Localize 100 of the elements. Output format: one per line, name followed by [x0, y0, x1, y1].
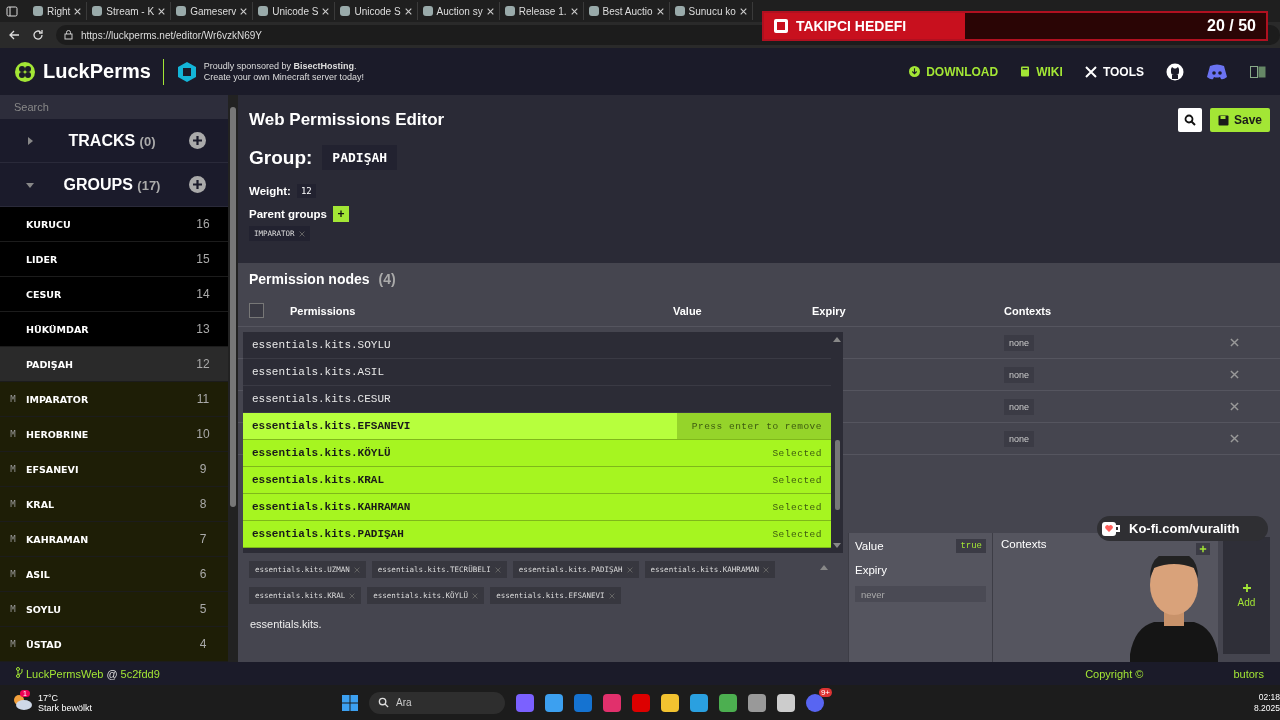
- taskbar-app-icon[interactable]: [545, 693, 563, 712]
- taskbar-app-icon[interactable]: [661, 693, 679, 712]
- column-header[interactable]: Contexts: [1004, 304, 1230, 317]
- group-item[interactable]: M EFSANEVI 9: [0, 452, 228, 487]
- browser-tab[interactable]: Release 1.: [499, 2, 584, 20]
- close-icon[interactable]: [739, 7, 747, 15]
- collapse-icon[interactable]: [820, 564, 828, 570]
- permission-input[interactable]: essentials.kits.: [249, 616, 811, 632]
- credits-link[interactable]: butors: [1233, 667, 1264, 680]
- expiry-field[interactable]: never: [855, 586, 986, 602]
- menu-option[interactable]: essentials.kits.PADIŞAH Selected: [243, 521, 831, 548]
- select-all-checkbox[interactable]: [249, 303, 264, 318]
- browser-tab[interactable]: Best Auctio: [583, 2, 670, 20]
- modified-marker: M: [10, 394, 16, 404]
- sponsor-logo-icon[interactable]: [175, 60, 198, 83]
- group-item[interactable]: M IMPARATOR 11: [0, 382, 228, 417]
- column-header[interactable]: Value: [673, 304, 812, 317]
- section-header[interactable]: TRACKS (0): [0, 119, 228, 163]
- menu-option[interactable]: essentials.kits.ASIL: [243, 359, 831, 386]
- github-icon[interactable]: [1166, 62, 1184, 81]
- browser-tab[interactable]: Unicode S: [253, 2, 336, 20]
- copyright-text: Copyright ©: [1085, 667, 1144, 680]
- search-button[interactable]: [1177, 108, 1202, 132]
- menu-option[interactable]: essentials.kits.KÖYLÜ Selected: [243, 440, 831, 467]
- menu-option[interactable]: essentials.kits.SOYLU: [243, 332, 831, 359]
- weather-icon[interactable]: [12, 693, 32, 710]
- close-icon[interactable]: [158, 7, 166, 15]
- group-weight: 13: [195, 322, 211, 336]
- close-icon[interactable]: [404, 7, 412, 15]
- group-weight: 5: [198, 602, 208, 616]
- taskbar-app-icon[interactable]: [777, 693, 795, 712]
- taskbar-app-icon[interactable]: [690, 693, 708, 712]
- section-header[interactable]: GROUPS (17): [0, 163, 228, 207]
- close-icon[interactable]: [570, 7, 578, 15]
- add-parent-button[interactable]: +: [332, 206, 349, 222]
- caret-right-icon[interactable]: [25, 135, 35, 146]
- scrollbar-thumb[interactable]: [834, 440, 840, 510]
- group-item[interactable]: M ASIL 6: [0, 557, 228, 592]
- browser-tab[interactable]: Stream - K: [87, 2, 172, 20]
- close-icon[interactable]: [486, 7, 494, 15]
- reload-icon[interactable]: [32, 29, 44, 41]
- add-button[interactable]: Add: [1223, 537, 1270, 654]
- taskbar-app-icon[interactable]: [748, 693, 766, 712]
- clover-logo-icon[interactable]: [14, 60, 36, 83]
- column-header[interactable]: Expiry: [812, 304, 1004, 317]
- value-toggle[interactable]: true: [956, 539, 986, 553]
- group-item[interactable]: M KAHRAMAN 7: [0, 522, 228, 557]
- browser-tab[interactable]: Sunucu ko: [669, 2, 753, 20]
- menu-option[interactable]: essentials.kits.KRAL Selected: [243, 467, 831, 494]
- scroll-up-icon[interactable]: [833, 336, 841, 342]
- add-circle-icon[interactable]: [189, 176, 206, 193]
- book-icon: [1020, 66, 1031, 77]
- sidebar-toggle-icon[interactable]: [6, 5, 18, 17]
- browser-tab[interactable]: Right: [28, 2, 88, 20]
- project-link[interactable]: LuckPermsWeb: [26, 667, 104, 680]
- weight-field[interactable]: 12: [296, 184, 316, 198]
- column-header[interactable]: Permissions: [290, 304, 673, 317]
- add-circle-icon[interactable]: [189, 132, 206, 149]
- close-icon[interactable]: [240, 7, 248, 15]
- modified-marker: M: [10, 534, 16, 544]
- back-icon[interactable]: [8, 29, 20, 41]
- menu-option[interactable]: essentials.kits.KAHRAMAN Selected: [243, 494, 831, 521]
- sponsor-text[interactable]: Proudly sponsored by BisectHosting. Create your own Minecraft server today!: [203, 60, 364, 83]
- scroll-down-icon[interactable]: [833, 543, 841, 549]
- close-icon[interactable]: [656, 7, 664, 15]
- nav-link[interactable]: TOOLS: [1084, 64, 1144, 79]
- scrollbar-thumb[interactable]: [230, 107, 236, 507]
- brand-name[interactable]: LuckPerms: [43, 60, 151, 83]
- group-item[interactable]: M ÜSTAD 4: [0, 627, 228, 662]
- group-item[interactable]: M SOYLU 5: [0, 592, 228, 627]
- browser-tab[interactable]: Auction sy: [417, 2, 500, 20]
- taskbar-search-field[interactable]: Ara: [369, 691, 505, 714]
- remove-icon[interactable]: [1230, 402, 1239, 411]
- save-button[interactable]: Save: [1209, 108, 1270, 132]
- modified-marker: M: [10, 639, 16, 649]
- commit-link[interactable]: 5c2fdd9: [120, 667, 160, 680]
- browser-tab[interactable]: Unicode S: [335, 2, 418, 20]
- group-item[interactable]: M HEROBRINE 10: [0, 417, 228, 452]
- search-icon: [1183, 114, 1196, 126]
- modified-marker: M: [10, 569, 16, 579]
- group-item[interactable]: PADIŞAH 12: [0, 347, 228, 382]
- close-icon[interactable]: [322, 7, 330, 15]
- group-name-field[interactable]: PADIŞAH: [322, 145, 398, 170]
- group-name: LIDER: [26, 253, 59, 265]
- browser-tab[interactable]: Gameserv: [171, 2, 254, 20]
- close-icon[interactable]: [74, 7, 82, 15]
- add-context-button[interactable]: [1196, 543, 1210, 555]
- discord-icon[interactable]: [1206, 63, 1228, 80]
- remove-icon[interactable]: [1230, 370, 1239, 379]
- remove-icon[interactable]: [298, 230, 305, 237]
- menu-option[interactable]: essentials.kits.EFSANEVI Press enter to remove: [243, 413, 831, 440]
- context-tag: none: [1004, 430, 1035, 447]
- remove-icon[interactable]: [1230, 338, 1239, 347]
- remove-icon[interactable]: [1230, 434, 1239, 443]
- nav-link[interactable]: WIKI: [1020, 64, 1063, 79]
- nav-link[interactable]: DOWNLOAD: [909, 64, 999, 79]
- taskbar-app-icon[interactable]: [719, 693, 737, 712]
- search-field[interactable]: Search: [0, 95, 228, 119]
- group-item[interactable]: M KRAL 8: [0, 487, 228, 522]
- windows-start-icon[interactable]: [342, 694, 358, 711]
